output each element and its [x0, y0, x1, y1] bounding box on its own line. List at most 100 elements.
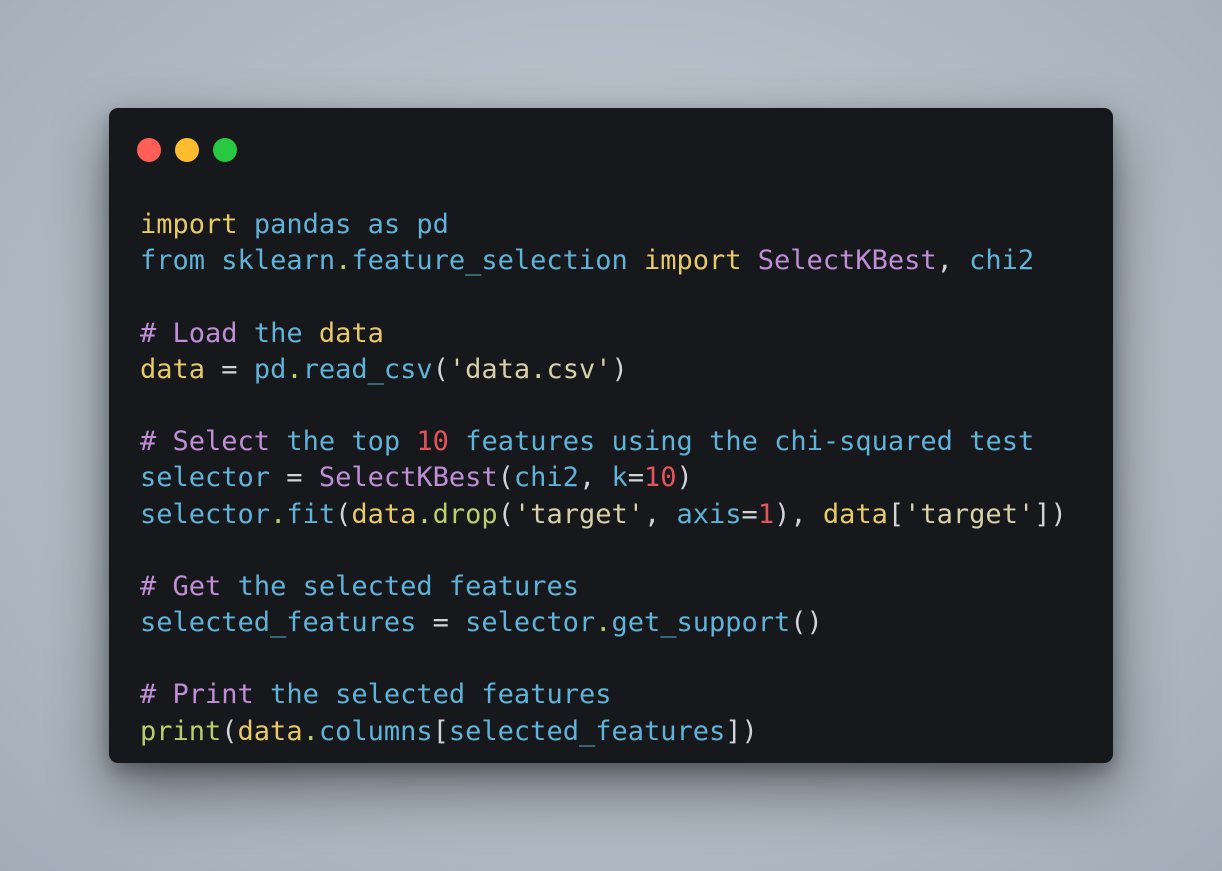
code-token: columns	[318, 715, 433, 747]
code-token: features	[448, 570, 579, 602]
code-token: #	[140, 426, 173, 458]
code-token: .	[335, 245, 352, 277]
code-token: Print	[172, 679, 254, 711]
code-token: test	[969, 426, 1035, 458]
code-token: 'target'	[904, 498, 1035, 530]
minimize-button[interactable]	[175, 138, 199, 162]
code-line: # Get the selected features	[140, 569, 1067, 605]
code-line: from sklearn.feature_selection import Se…	[140, 243, 1067, 279]
code-token: ])	[725, 715, 758, 747]
code-token: ()	[790, 607, 823, 639]
code-token: Load	[172, 317, 238, 349]
code-token: get_support	[611, 607, 791, 639]
code-token: ])	[1034, 498, 1067, 530]
code-block: import pandas as pd from sklearn.feature_…	[140, 207, 1067, 750]
code-token: the	[709, 426, 758, 458]
code-token: pandas	[253, 209, 352, 240]
code-line: print(data.columns[selected_features])	[140, 714, 1067, 750]
code-line: import pandas as pd	[140, 207, 1067, 243]
code-token: .	[286, 353, 303, 385]
code-token: Get	[172, 570, 222, 602]
code-line: selector = SelectKBest(chi2, k=10)	[140, 460, 1067, 496]
code-token: using	[611, 426, 693, 458]
code-token: .	[595, 607, 612, 639]
code-token: (	[497, 498, 514, 530]
code-token: SelectKBest	[757, 245, 937, 277]
code-token: the	[237, 570, 287, 602]
close-button[interactable]	[137, 138, 161, 162]
code-token: chi2	[969, 245, 1035, 277]
code-token: (	[221, 715, 238, 747]
code-token: data	[822, 498, 888, 530]
code-token: import	[643, 245, 742, 277]
code-token: Select	[172, 426, 271, 458]
code-token: 1	[757, 498, 775, 530]
code-token: #	[140, 679, 173, 711]
code-token: data	[237, 715, 303, 747]
code-token: print	[140, 715, 222, 747]
code-window: import pandas as pd from sklearn.feature_…	[109, 108, 1113, 763]
code-token: chi-squared	[774, 426, 953, 458]
code-token: 10	[643, 462, 677, 494]
code-token: =	[627, 462, 644, 494]
code-token: SelectKBest	[318, 462, 498, 494]
code-token: pd	[416, 209, 449, 240]
code-token: ,	[936, 245, 970, 277]
code-token: the	[286, 426, 336, 458]
code-token: )	[611, 353, 628, 385]
code-token: selected	[335, 679, 466, 711]
code-token: =	[741, 498, 758, 530]
code-token: pd	[253, 353, 287, 385]
zoom-button[interactable]	[213, 138, 237, 162]
code-token: as	[367, 209, 401, 240]
code-token: 'data.csv'	[448, 353, 612, 385]
code-token: =	[416, 607, 466, 639]
code-token: features	[465, 426, 596, 458]
code-token: ),	[774, 498, 823, 530]
code-token: #	[140, 317, 173, 349]
code-token: (	[432, 353, 449, 385]
code-token: axis	[676, 498, 742, 530]
code-token: top	[351, 426, 401, 458]
code-token: from	[140, 245, 206, 277]
code-token: =	[205, 353, 254, 385]
code-line: selector.fit(data.drop('target', axis=1)…	[140, 497, 1067, 533]
code-token: selector	[140, 462, 271, 494]
code-token: 'target'	[513, 498, 644, 530]
code-token: [	[887, 498, 905, 530]
code-token: .	[302, 715, 319, 747]
code-token: =	[270, 462, 319, 494]
code-token: .	[270, 498, 287, 530]
code-line: # Load the data	[140, 316, 1067, 352]
code-token: k	[611, 462, 628, 494]
code-token: [	[432, 715, 449, 747]
code-token: selector	[140, 498, 271, 530]
code-token: drop	[432, 498, 498, 530]
code-token: sklearn	[221, 245, 336, 277]
code-token: the	[270, 679, 319, 711]
code-token: the	[253, 317, 303, 349]
code-token: data	[140, 353, 206, 385]
code-token: fit	[286, 498, 336, 530]
code-token: (	[497, 462, 514, 494]
code-token: .	[416, 498, 433, 530]
code-token: features	[481, 679, 612, 711]
